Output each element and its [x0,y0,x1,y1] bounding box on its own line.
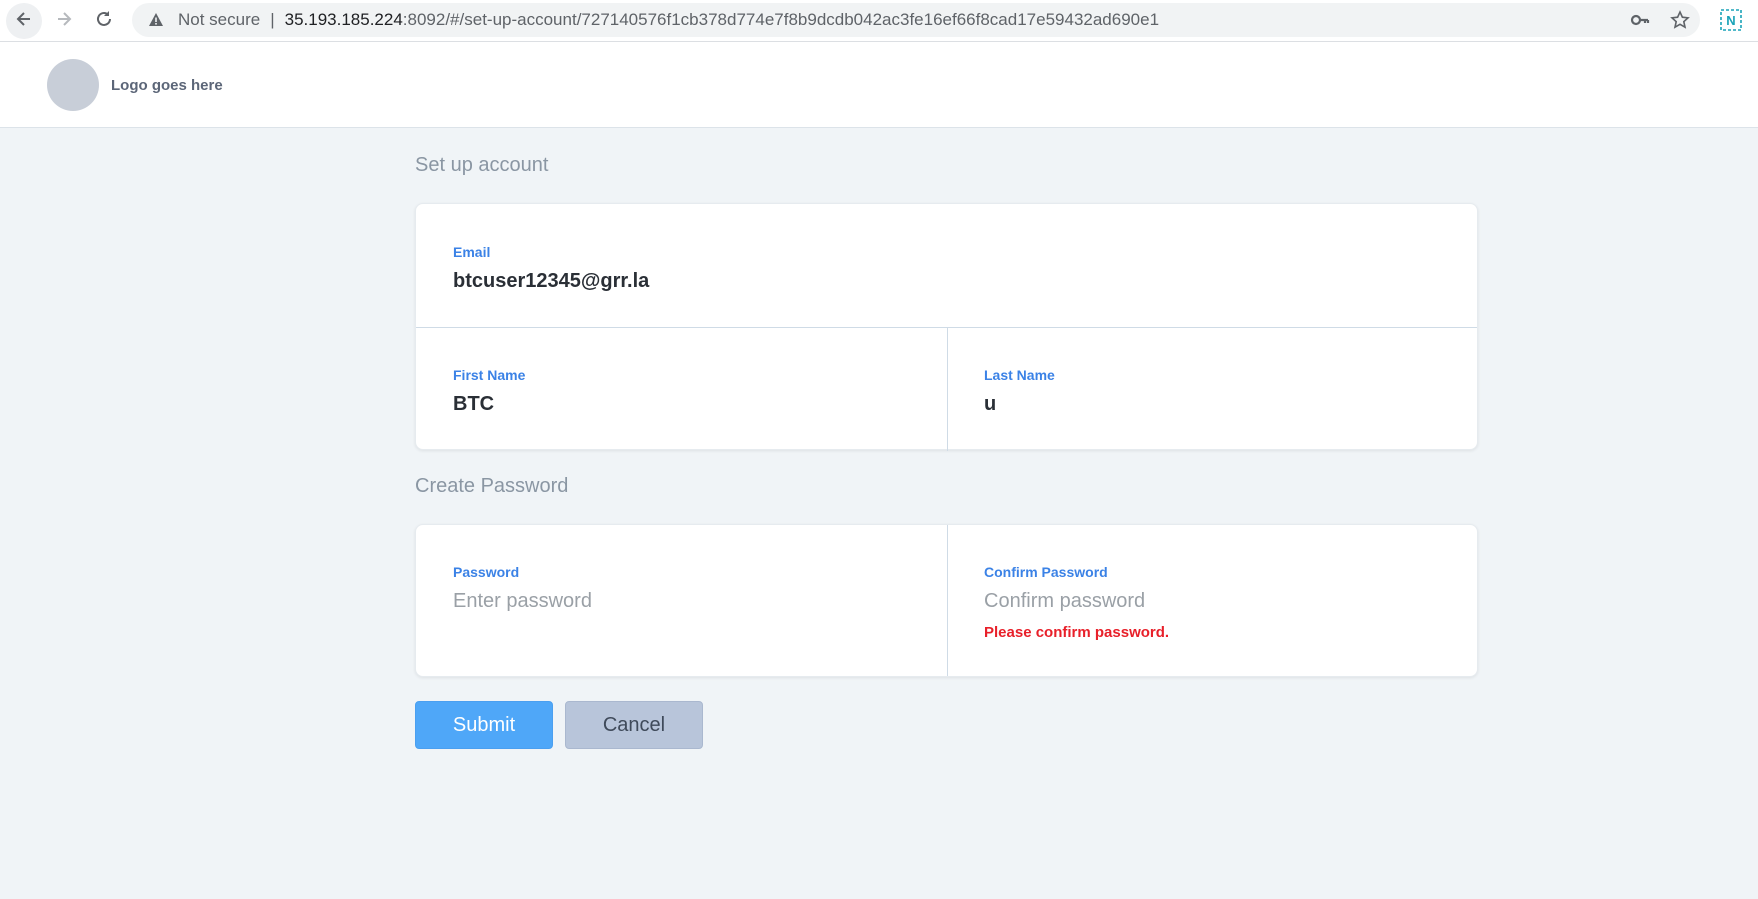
cancel-button[interactable]: Cancel [565,701,703,749]
logo-image [47,59,99,111]
star-icon[interactable] [1660,3,1700,37]
account-card: Email btcuser12345@grr.la First Name BTC… [415,203,1478,451]
password-label: Password [453,564,520,580]
back-button[interactable] [6,3,42,39]
first-name-label: First Name [453,367,526,383]
section-title-password: Create Password [415,475,569,497]
confirm-password-label: Confirm Password [984,564,1108,580]
card-column-divider [947,525,948,676]
logo-text: Logo goes here [111,77,223,94]
email-label: Email [453,244,491,260]
submit-button[interactable]: Submit [415,701,553,749]
reload-icon [94,9,114,34]
browser-toolbar: Not secure | 35.193.185.224 :8092/#/set-… [0,0,1758,42]
last-name-label: Last Name [984,367,1055,383]
url-separator: | [270,10,275,29]
forward-button[interactable] [46,3,82,39]
last-name-value: u [984,393,997,415]
password-input[interactable] [453,587,913,615]
url-path: :8092/#/set-up-account/727140576f1cb378d… [402,10,1160,29]
reload-button[interactable] [86,3,122,39]
extension-icon[interactable]: N [1719,8,1743,32]
confirm-password-input[interactable] [984,587,1444,615]
section-title-account: Set up account [415,154,549,176]
card-column-divider [947,327,948,451]
arrow-left-icon [14,9,34,34]
security-status[interactable]: Not secure [178,10,260,30]
address-bar-actions [1620,3,1700,37]
arrow-right-icon [54,9,74,34]
email-value: btcuser12345@grr.la [453,270,650,292]
warning-icon [146,10,166,30]
extension-letter: N [1726,12,1736,28]
key-icon[interactable] [1620,3,1660,37]
password-card: Password Confirm Password Please confirm… [415,524,1478,677]
confirm-password-error: Please confirm password. [984,624,1170,641]
address-bar[interactable]: Not secure | 35.193.185.224 :8092/#/set-… [132,3,1700,37]
app-header: Logo goes here [0,42,1758,128]
first-name-value: BTC [453,393,495,415]
url-host: 35.193.185.224 [284,10,403,29]
